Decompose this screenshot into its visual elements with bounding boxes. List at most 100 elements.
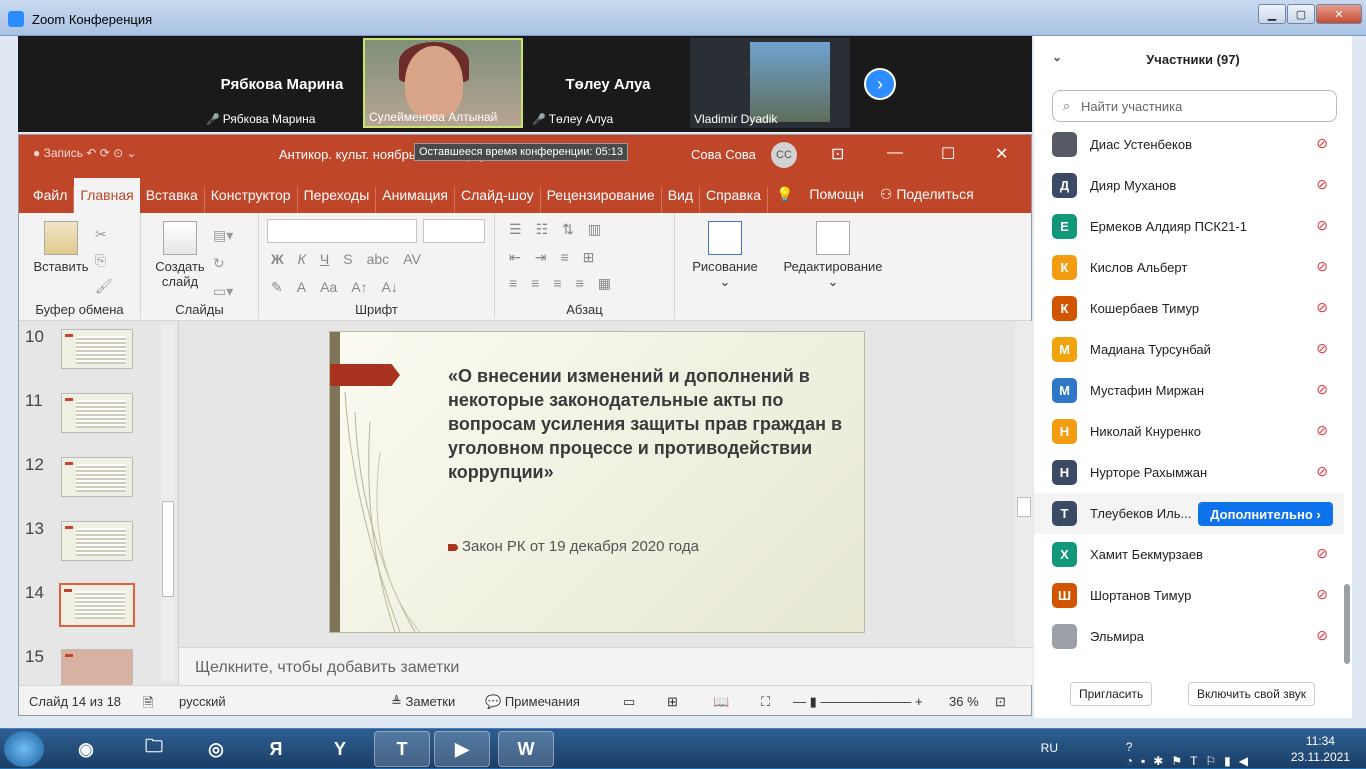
yandex-browser-icon[interactable]: Y (312, 731, 368, 767)
avatar: М (1052, 337, 1077, 362)
close-button[interactable]: ✕ (1316, 4, 1362, 24)
paste-button[interactable]: Вставить (29, 221, 93, 274)
new-slide-button[interactable]: Создать слайд (151, 221, 209, 289)
tab-file[interactable]: Файл (27, 187, 75, 213)
tab-view[interactable]: Вид (662, 187, 701, 213)
participant-search-input[interactable]: ⌕ Найти участника (1052, 90, 1337, 122)
more-button[interactable]: Дополнительно › (1198, 502, 1333, 526)
participant-row[interactable]: М Мустафин Миржан ⊘ (1034, 370, 1344, 411)
quick-access-toolbar[interactable]: ● Запись ↶ ⟳ ⊙ ⌄ (33, 146, 137, 160)
participant-row[interactable]: М Мадиана Турсунбай ⊘ (1034, 329, 1344, 370)
reading-view-icon[interactable]: 📖 (713, 694, 729, 710)
participant-row[interactable]: Д Дияр Муханов ⊘ (1034, 165, 1344, 206)
participant-row[interactable]: К Кошербаев Тимур ⊘ (1034, 288, 1344, 329)
participant-row[interactable]: Эльмира ⊘ (1034, 616, 1344, 657)
start-button[interactable] (4, 731, 44, 767)
video-tile[interactable]: Vladimir Dyadik (690, 38, 850, 128)
video-tile-active-speaker[interactable]: Сулейменова Алтынай (363, 38, 523, 128)
font-color-buttons[interactable]: ✎ A Aa A↑ A↓ (271, 279, 398, 296)
slide-vertical-scrollbar[interactable] (1015, 321, 1033, 647)
avatar: К (1052, 296, 1077, 321)
unmute-button[interactable]: Включить свой звук (1188, 682, 1315, 706)
align-buttons[interactable]: ≡ ≡ ≡ ≡ ▦ (509, 275, 611, 292)
participant-row[interactable]: Х Хамит Бекмурзаев ⊘ (1034, 534, 1344, 575)
participants-scrollbar[interactable] (1344, 584, 1350, 664)
font-size-select[interactable] (423, 219, 485, 243)
invite-button[interactable]: Пригласить (1070, 682, 1153, 706)
slide-thumbnail[interactable]: 12 (19, 449, 159, 511)
participant-row[interactable]: Е Ермеков Алдияр ПСК21-1 ⊘ (1034, 206, 1344, 247)
zoom-icon[interactable]: ▶ (434, 731, 490, 767)
tab-insert[interactable]: Вставка (140, 187, 205, 213)
video-tile[interactable]: Төлеу Алуа 🎤 Төлеу Алуа (528, 38, 688, 128)
ribbon-display-icon[interactable]: ⊡ (831, 144, 844, 164)
slide-thumbnail-selected[interactable]: 14 (19, 577, 159, 639)
video-tile[interactable]: Рябкова Марина 🎤 Рябкова Марина (202, 38, 362, 128)
editing-button[interactable]: Редактирование ⌄ (777, 221, 889, 290)
tray-icons[interactable]: ?◔▪✱⚑T⚐▮◀ (1126, 740, 1256, 768)
collapse-chevron-icon[interactable]: ⌄ (1052, 50, 1062, 64)
language-indicator[interactable]: RU (1041, 741, 1058, 755)
alice-icon[interactable]: ◉ (58, 731, 114, 767)
font-family-select[interactable] (267, 219, 417, 243)
ppt-maximize-button[interactable]: ☐ (941, 144, 955, 164)
tab-help[interactable]: Справка (700, 187, 768, 213)
maximize-button[interactable]: ▢ (1287, 4, 1315, 24)
participant-row[interactable]: Ш Шортанов Тимур ⊘ (1034, 575, 1344, 616)
spellcheck-icon[interactable]: 🗎 (143, 694, 153, 716)
video-strip: Рябкова Марина 🎤 Рябкова Марина Сулеймено… (18, 36, 1032, 132)
cut-copy-icons[interactable]: ✂ ⎘ 🖌 (95, 221, 113, 299)
slideshow-icon[interactable]: ⛶ (761, 694, 770, 710)
zoom-level[interactable]: 36 % (949, 694, 979, 709)
yandex-icon[interactable]: Я (248, 731, 304, 767)
tab-transitions[interactable]: Переходы (298, 187, 377, 213)
slide-thumbnail[interactable]: 10 (19, 321, 159, 383)
next-videos-button[interactable]: › (864, 68, 896, 100)
normal-view-icon[interactable]: ▭ (623, 694, 635, 710)
zoom-slider[interactable]: — ▮ ——————— + (793, 694, 923, 710)
tell-me: 💡 Помощн ⚇ Поделиться (776, 186, 974, 213)
comments-toggle[interactable]: 💬 Примечания (485, 694, 580, 710)
file-explorer-icon[interactable]: 🗀 (126, 731, 182, 767)
participant-big-name: Төлеу Алуа (565, 76, 651, 93)
video-off-icon: ⊘ (1316, 135, 1328, 151)
word-icon[interactable]: W (498, 731, 554, 767)
language-indicator[interactable]: русский (179, 694, 226, 709)
font-format-buttons[interactable]: Ж К Ч Sabc AV (271, 251, 421, 267)
fit-slide-icon[interactable]: ⊡ (995, 694, 1006, 710)
thumbnails-scrollbar[interactable] (161, 325, 175, 681)
slide-thumbnail[interactable]: 13 (19, 513, 159, 575)
user-avatar[interactable]: СС (771, 142, 797, 168)
tab-home[interactable]: Главная (74, 178, 140, 213)
tab-animations[interactable]: Анимация (376, 187, 455, 213)
ppt-close-button[interactable]: ✕ (995, 144, 1008, 164)
ppt-minimize-button[interactable]: — (887, 144, 903, 162)
tab-slideshow[interactable]: Слайд-шоу (455, 187, 541, 213)
tab-review[interactable]: Рецензирование (541, 187, 662, 213)
chrome-icon[interactable]: ◎ (188, 731, 244, 767)
share-button[interactable]: ⚇ Поделиться (880, 186, 974, 203)
slide-thumbnail[interactable]: 11 (19, 385, 159, 447)
participant-row[interactable]: Н Николай Кнуренко ⊘ (1034, 411, 1344, 452)
tell-me-search[interactable]: Помощн (809, 186, 864, 203)
teams-icon[interactable]: T (374, 731, 430, 767)
drawing-button[interactable]: Рисование ⌄ (683, 221, 767, 290)
participant-row[interactable]: Н Нурторе Рахымжан ⊘ (1034, 452, 1344, 493)
indent-buttons[interactable]: ⇤ ⇥ ≡ ⊞ (509, 249, 594, 266)
clock[interactable]: 11:34 23.11.2021 (1291, 733, 1350, 765)
tab-design[interactable]: Конструктор (205, 187, 298, 213)
current-slide[interactable]: «О внесении изменений и дополнений в нек… (329, 331, 865, 633)
notes-toggle[interactable]: ≜ Заметки (391, 694, 455, 710)
participant-row-hovered[interactable]: Т Тлеубеков Иль... Дополнительно › (1034, 493, 1344, 534)
participant-row[interactable]: Диас Устенбеков ⊘ (1034, 124, 1344, 165)
notes-pane[interactable]: Щелкните, чтобы добавить заметки (179, 647, 1033, 685)
participant-row[interactable]: К Кислов Альберт ⊘ (1034, 247, 1344, 288)
avatar: К (1052, 255, 1077, 280)
participant-name-label: Сулейменова Алтынай (369, 110, 498, 124)
list-buttons[interactable]: ☰ ☷ ⇅ ▥ (509, 221, 601, 238)
slide-thumbnail[interactable]: 15 (19, 641, 159, 685)
layout-icons[interactable]: ▤▾ ↻ ▭▾ (213, 221, 233, 305)
minimize-button[interactable]: ▁ (1258, 4, 1286, 24)
participants-title: Участники (97) (1146, 52, 1240, 67)
sorter-view-icon[interactable]: ⊞ (667, 694, 678, 710)
